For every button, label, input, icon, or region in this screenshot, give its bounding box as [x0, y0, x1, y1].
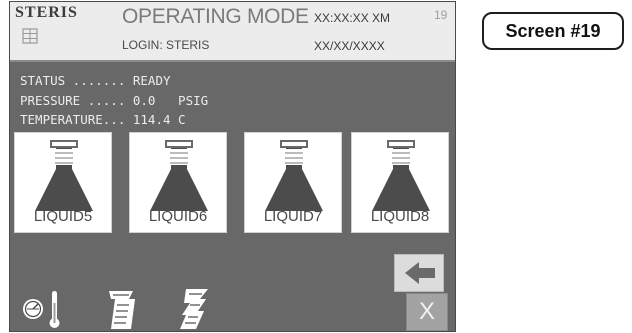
cycle-button-liquid5[interactable]: LIQUID5: [14, 132, 112, 233]
clock-date: XX/XX/XXXX: [314, 39, 385, 53]
cycle-label: LIQUID5: [33, 208, 93, 225]
gauge-thermometer-icon: [23, 291, 60, 328]
paper-feed-button[interactable]: [170, 285, 222, 331]
paper-feed-icon: [180, 289, 208, 329]
page-title: OPERATING MODE: [122, 5, 309, 28]
flask-icon: [265, 140, 323, 211]
flask-icon: [372, 140, 430, 211]
cycle-label: LIQUID8: [370, 208, 430, 225]
clock-time: XX:XX:XX XM: [314, 11, 391, 25]
screen-callout: Screen #19: [482, 12, 624, 50]
cycle-label: LIQUID7: [263, 208, 323, 225]
cycle-button-liquid6[interactable]: LIQUID6: [129, 132, 227, 233]
status-line: STATUS ....... READY: [20, 73, 171, 88]
gauge-thermometer-button[interactable]: [18, 285, 70, 331]
cycle-button-liquid8[interactable]: LIQUID8: [351, 132, 449, 233]
brand-logo-text: STERIS: [15, 4, 78, 21]
left-arrow-icon: [405, 262, 435, 284]
back-button[interactable]: [394, 254, 444, 292]
print-button[interactable]: [101, 285, 153, 331]
cycle-button-liquid7[interactable]: LIQUID7: [244, 132, 342, 233]
temperature-line: TEMPERATURE... 114.4 C: [20, 112, 186, 127]
screen-number: 19: [434, 8, 448, 22]
status-panel: STATUS ....... READY PRESSURE ..... 0.0 P…: [20, 71, 208, 130]
cycle-label: LIQUID6: [148, 208, 208, 225]
flask-icon: [150, 140, 208, 211]
device-screen: STERIS OPERATING MODE LOGIN: STERIS XX:X…: [9, 1, 456, 332]
printer-paper-icon: [109, 291, 135, 329]
login-label: LOGIN: STERIS: [122, 38, 210, 52]
steris-emblem-icon: [22, 28, 38, 44]
pressure-line: PRESSURE ..... 0.0 PSIG: [20, 92, 209, 108]
header-bar: STERIS OPERATING MODE LOGIN: STERIS XX:X…: [10, 2, 455, 62]
close-button[interactable]: X: [406, 293, 448, 331]
flask-icon: [35, 140, 93, 211]
